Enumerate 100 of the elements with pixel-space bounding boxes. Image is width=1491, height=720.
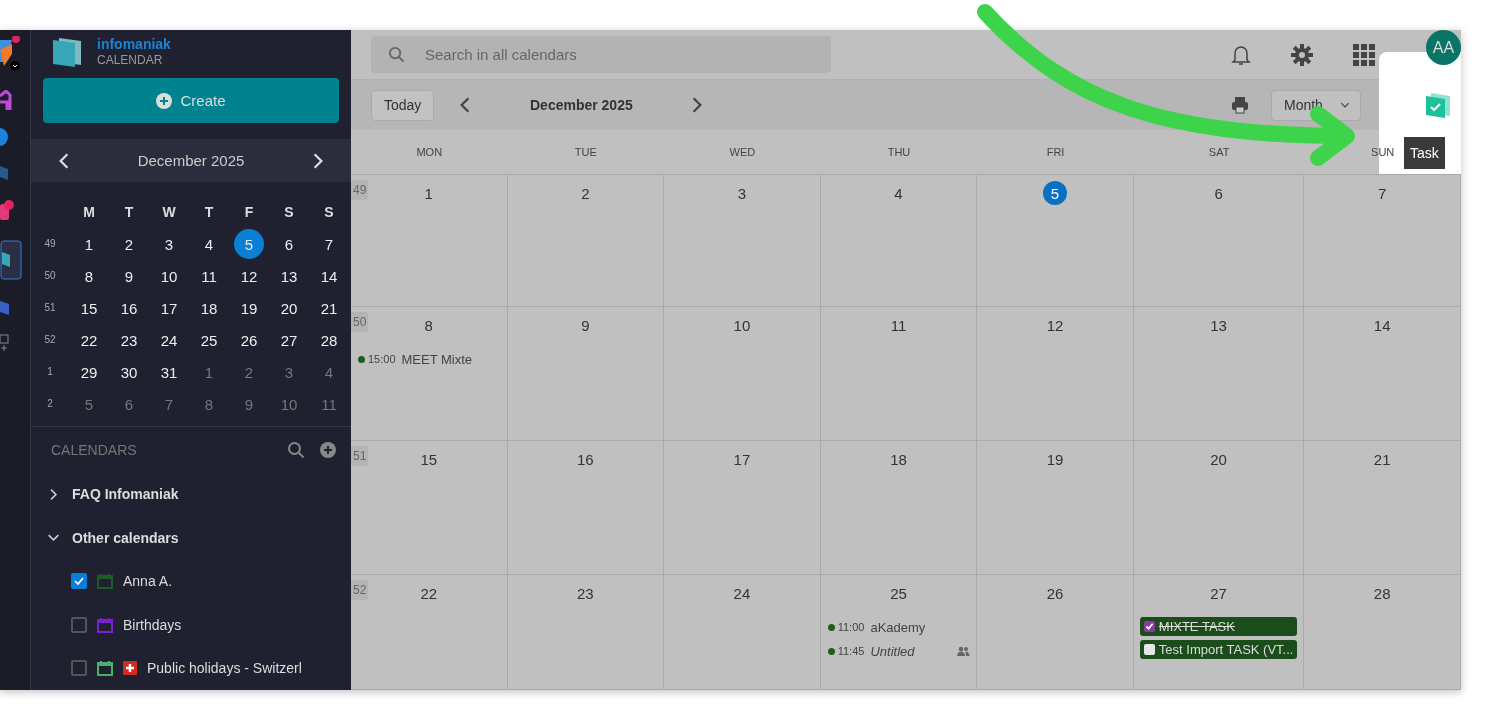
mini-calendar-day[interactable]: 24: [154, 325, 184, 356]
mini-calendar-day[interactable]: 11: [194, 261, 224, 292]
week-number: 51: [351, 446, 369, 466]
today-button[interactable]: Today: [371, 89, 435, 121]
mini-calendar-day[interactable]: 1: [194, 357, 224, 388]
day-number: 14: [1372, 315, 1392, 336]
calendar-name[interactable]: Public holidays - Switzerl: [147, 660, 302, 677]
mini-calendar-day[interactable]: 21: [314, 293, 344, 324]
mini-calendar-day[interactable]: 13: [274, 261, 304, 292]
mini-calendar-day[interactable]: 4: [194, 229, 224, 260]
day-number: 17: [732, 449, 752, 470]
event-title[interactable]: aKademy: [870, 619, 971, 635]
plus-icon: [156, 92, 173, 109]
add-app-icon[interactable]: [0, 334, 10, 352]
week-number: 50: [351, 312, 369, 332]
mini-calendar-day[interactable]: 30: [114, 357, 144, 388]
mini-calendar-day[interactable]: 5: [234, 229, 264, 260]
day-number: 24: [732, 583, 752, 604]
notifications-button[interactable]: [1231, 43, 1251, 66]
mini-calendar-day[interactable]: 22: [74, 325, 104, 356]
search-field[interactable]: Search in all calendars: [371, 36, 831, 73]
app-logo-icon[interactable]: [0, 36, 22, 72]
tooltip: Task: [1404, 137, 1445, 169]
mini-calendar-day[interactable]: 27: [274, 325, 304, 356]
calendar-group[interactable]: FAQ Infomaniak: [31, 472, 351, 517]
mini-calendar-day[interactable]: 10: [154, 261, 184, 292]
mini-calendar-day[interactable]: 23: [114, 325, 144, 356]
mini-calendar-day[interactable]: 6: [114, 389, 144, 420]
calendar-app-icon[interactable]: [0, 240, 22, 280]
period-title: December 2025: [529, 97, 634, 113]
cube-icon[interactable]: [0, 298, 10, 316]
calendar-checkbox[interactable]: [71, 616, 87, 633]
mini-calendar-day[interactable]: 3: [274, 357, 304, 388]
day-number: 25: [889, 583, 908, 604]
mini-calendar-day[interactable]: 9: [114, 261, 144, 292]
apps-grid-button[interactable]: [1353, 43, 1375, 66]
day-number: 13: [1209, 315, 1228, 336]
mini-calendar-day[interactable]: 1: [74, 229, 104, 260]
mini-calendar-day[interactable]: 29: [74, 357, 104, 388]
event-title[interactable]: MEET Mixte: [401, 351, 501, 367]
mini-calendar-day[interactable]: 14: [314, 261, 344, 292]
day-number: 18: [889, 449, 908, 470]
day-number: 7: [1377, 183, 1388, 204]
calendar-checkbox[interactable]: [71, 660, 87, 677]
day-number: 8: [423, 315, 434, 336]
task-checkbox[interactable]: [1143, 621, 1155, 632]
day-number: 10: [732, 315, 752, 336]
day-number: 23: [576, 583, 595, 604]
calendar-group[interactable]: Other calendars: [31, 516, 351, 560]
mini-calendar-day[interactable]: 18: [194, 293, 224, 324]
mini-calendar-day[interactable]: 16: [114, 293, 144, 324]
mini-calendar-day[interactable]: 3: [154, 229, 184, 260]
task-chip[interactable]: MIXTE TASK: [1139, 617, 1298, 636]
task-chip[interactable]: Test Import TASK (VT...: [1139, 640, 1298, 659]
weekday-label: WED: [729, 146, 756, 158]
week-number: 49: [43, 237, 57, 252]
calendar-checkbox[interactable]: [71, 573, 87, 590]
mini-calendar-day[interactable]: 8: [194, 389, 224, 420]
mini-calendar-day[interactable]: 7: [314, 229, 344, 260]
mini-calendar-day[interactable]: 25: [194, 325, 224, 356]
mini-calendar-day[interactable]: 6: [274, 229, 304, 260]
drop-icon[interactable]: [0, 128, 8, 146]
mini-calendar-day[interactable]: 9: [234, 389, 264, 420]
mini-calendar-day[interactable]: 10: [274, 389, 304, 420]
task-checkbox[interactable]: [1143, 644, 1155, 655]
calendar-name[interactable]: Birthdays: [123, 616, 182, 633]
mini-calendar-day[interactable]: 15: [74, 293, 104, 324]
mini-calendar-day[interactable]: 20: [274, 293, 304, 324]
mini-calendar-day[interactable]: 19: [234, 293, 264, 324]
event-title[interactable]: Untitled: [870, 643, 955, 659]
caret-icon: [1340, 100, 1350, 110]
mini-calendar-day[interactable]: 2: [234, 357, 264, 388]
day-number: 6: [1213, 183, 1224, 204]
app-icon[interactable]: [0, 200, 14, 222]
mini-calendar-day[interactable]: 11: [314, 389, 344, 420]
mini-calendar-day[interactable]: 26: [234, 325, 264, 356]
mini-calendar-day[interactable]: 4: [314, 357, 344, 388]
print-button[interactable]: [1231, 96, 1249, 114]
weekday-label: F: [243, 203, 255, 223]
mini-calendar-day[interactable]: 31: [154, 357, 184, 388]
weekday-label: W: [161, 203, 177, 223]
add-calendar-button[interactable]: [319, 441, 337, 460]
week-number: 2: [46, 397, 54, 412]
mini-calendar-day[interactable]: 12: [234, 261, 264, 292]
task-title: Test Import TASK (VT...: [1158, 642, 1294, 657]
day-number: 28: [1372, 583, 1392, 604]
calendar-name[interactable]: Anna A.: [123, 573, 173, 590]
house-icon[interactable]: [0, 90, 12, 110]
day-number: 2: [580, 183, 591, 204]
cube-icon[interactable]: [0, 164, 8, 182]
mini-calendar-day[interactable]: 8: [74, 261, 104, 292]
search-calendars-button[interactable]: [287, 441, 305, 460]
mini-calendar-day[interactable]: 28: [314, 325, 344, 356]
mini-calendar-day[interactable]: 5: [74, 389, 104, 420]
week-number: 49: [351, 180, 369, 200]
settings-button[interactable]: [1291, 43, 1313, 66]
mini-calendar-day[interactable]: 2: [114, 229, 144, 260]
mini-calendar-day[interactable]: 17: [154, 293, 184, 324]
day-number: 26: [1045, 583, 1065, 604]
mini-calendar-day[interactable]: 7: [154, 389, 184, 420]
